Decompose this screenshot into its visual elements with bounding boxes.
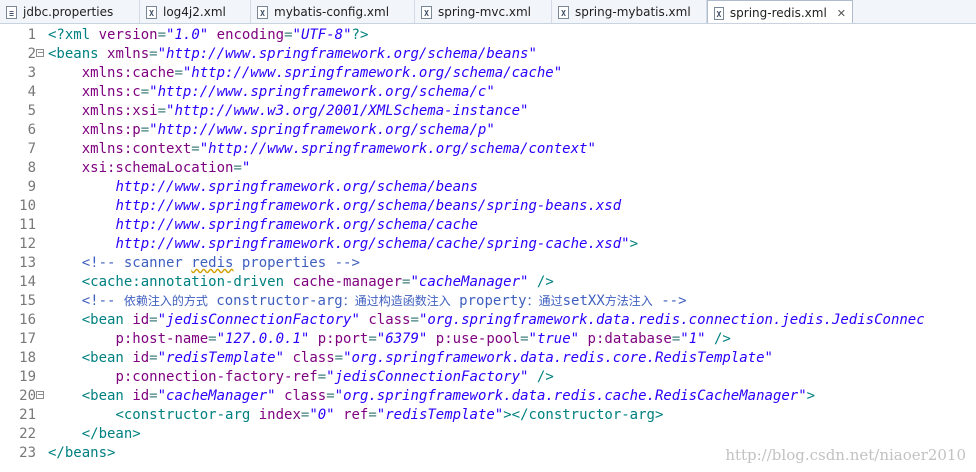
- tab-label: jdbc.properties: [23, 5, 114, 19]
- tab-label: spring-redis.xml: [729, 6, 827, 20]
- line-number: 15: [19, 293, 36, 309]
- tab-spring-mybatis-xml[interactable]: X spring-mybatis.xml: [552, 0, 707, 23]
- code-line[interactable]: 15 <!-- 依赖注入的方式 constructor-arg：通过构造函数注入…: [0, 292, 976, 311]
- tab-label: spring-mybatis.xml: [575, 5, 691, 19]
- code-line[interactable]: 17 p:host-name="127.0.0.1" p:port="6379"…: [0, 330, 976, 349]
- code-line[interactable]: 9 http://www.springframework.org/schema/…: [0, 178, 976, 197]
- code-line[interactable]: 4 xmlns:c="http://www.springframework.or…: [0, 83, 976, 102]
- code-text: xmlns:cache="http://www.springframework.…: [81, 65, 563, 81]
- code-text: xmlns:context="http://www.springframewor…: [81, 141, 596, 157]
- code-line[interactable]: 19 p:connection-factory-ref="jedisConnec…: [0, 368, 976, 387]
- code-text: <constructor-arg index="0" ref="redisTem…: [115, 407, 664, 423]
- line-number: 7: [27, 141, 36, 157]
- tab-label: mybatis-config.xml: [274, 5, 390, 19]
- code-line[interactable]: 10 http://www.springframework.org/schema…: [0, 197, 976, 216]
- code-text: </bean>: [81, 426, 141, 442]
- code-line[interactable]: 11 http://www.springframework.org/schema…: [0, 216, 976, 235]
- line-number: 1: [27, 27, 36, 43]
- line-number: 2: [27, 46, 36, 62]
- tab-label: log4j2.xml: [163, 5, 226, 19]
- line-number: 11: [19, 217, 36, 233]
- code-lines: 1 <?xml version="1.0" encoding="UTF-8"?> 2…: [0, 26, 976, 463]
- code-text: <bean id="redisTemplate" class="org.spri…: [81, 350, 773, 366]
- code-line[interactable]: 5 xmlns:xsi="http://www.w3.org/2001/XMLS…: [0, 102, 976, 121]
- code-text: <bean id="cacheManager" class="org.sprin…: [81, 388, 816, 404]
- line-number: 4: [27, 84, 36, 100]
- code-text: </beans>: [48, 445, 116, 461]
- code-line[interactable]: 6 xmlns:p="http://www.springframework.or…: [0, 121, 976, 140]
- watermark: http://blog.csdn.net/niaoer2010: [725, 446, 966, 464]
- fold-toggle-icon[interactable]: −: [36, 391, 44, 399]
- line-number: 21: [19, 407, 36, 423]
- code-text: xsi:schemaLocation=": [81, 160, 251, 176]
- xml-file-icon: X: [421, 5, 432, 19]
- xml-file-icon: X: [257, 5, 268, 19]
- code-line[interactable]: 13 <!-- scanner redis properties -->: [0, 254, 976, 273]
- close-icon[interactable]: ✕: [837, 7, 846, 20]
- code-text: xmlns:p="http://www.springframework.org/…: [81, 122, 495, 138]
- tab-spring-redis-xml[interactable]: X spring-redis.xml ✕: [707, 0, 853, 23]
- line-number: 16: [19, 312, 36, 328]
- code-line[interactable]: 1 <?xml version="1.0" encoding="UTF-8"?>: [0, 26, 976, 45]
- code-text: <?xml version="1.0" encoding="UTF-8"?>: [48, 27, 369, 43]
- code-text: <!-- 依赖注入的方式 constructor-arg：通过构造函数注入 pr…: [48, 293, 687, 309]
- code-line[interactable]: 3 xmlns:cache="http://www.springframewor…: [0, 64, 976, 83]
- code-text: p:connection-factory-ref="jedisConnectio…: [115, 369, 554, 385]
- line-number: 19: [19, 369, 36, 385]
- fold-toggle-icon[interactable]: −: [36, 49, 44, 57]
- xml-file-icon: X: [558, 5, 569, 19]
- line-number: 23: [19, 445, 36, 461]
- code-text: <bean id="jedisConnectionFactory" class=…: [81, 312, 925, 328]
- xml-editor[interactable]: 1 <?xml version="1.0" encoding="UTF-8"?> 2…: [0, 26, 976, 472]
- code-text: http://www.springframework.org/schema/be…: [115, 179, 478, 195]
- line-number: 20: [19, 388, 36, 404]
- code-text: <cache:annotation-driven cache-manager="…: [81, 274, 554, 290]
- tab-jdbc-properties[interactable]: ≡ jdbc.properties: [0, 0, 140, 23]
- properties-file-icon: ≡: [6, 5, 17, 19]
- xml-file-icon: X: [714, 6, 724, 20]
- code-text: http://www.springframework.org/schema/be…: [115, 198, 622, 214]
- code-text: http://www.springframework.org/schema/ca…: [115, 217, 478, 233]
- editor-tab-bar: ≡ jdbc.properties X log4j2.xml X mybatis…: [0, 0, 976, 24]
- line-number: 14: [19, 274, 36, 290]
- code-text: <!-- scanner redis properties -->: [48, 255, 360, 271]
- tab-mybatis-config-xml[interactable]: X mybatis-config.xml: [251, 0, 415, 23]
- line-number: 6: [27, 122, 36, 138]
- tab-log4j2-xml[interactable]: X log4j2.xml: [140, 0, 251, 23]
- code-line[interactable]: 12 http://www.springframework.org/schema…: [0, 235, 976, 254]
- code-line[interactable]: 16 <bean id="jedisConnectionFactory" cla…: [0, 311, 976, 330]
- code-text: xmlns:c="http://www.springframework.org/…: [81, 84, 495, 100]
- line-number: 13: [19, 255, 36, 271]
- line-number: 22: [19, 426, 36, 442]
- code-line[interactable]: 22 </bean>: [0, 425, 976, 444]
- code-line[interactable]: 14 <cache:annotation-driven cache-manage…: [0, 273, 976, 292]
- line-number: 3: [27, 65, 36, 81]
- line-number: 17: [19, 331, 36, 347]
- line-number: 18: [19, 350, 36, 366]
- code-text: http://www.springframework.org/schema/ca…: [115, 236, 639, 252]
- line-number: 10: [19, 198, 36, 214]
- xml-file-icon: X: [146, 5, 157, 19]
- line-number: 12: [19, 236, 36, 252]
- code-line[interactable]: 20− <bean id="cacheManager" class="org.s…: [0, 387, 976, 406]
- code-line[interactable]: 21 <constructor-arg index="0" ref="redis…: [0, 406, 976, 425]
- code-text: xmlns:xsi="http://www.w3.org/2001/XMLSch…: [81, 103, 529, 119]
- code-line[interactable]: 7 xmlns:context="http://www.springframew…: [0, 140, 976, 159]
- code-line[interactable]: 8 xsi:schemaLocation=": [0, 159, 976, 178]
- code-line[interactable]: 18 <bean id="redisTemplate" class="org.s…: [0, 349, 976, 368]
- code-text: <beans xmlns="http://www.springframework…: [48, 46, 537, 62]
- line-number: 8: [27, 160, 36, 176]
- tab-label: spring-mvc.xml: [438, 5, 532, 19]
- line-number: 9: [27, 179, 36, 195]
- code-text: p:host-name="127.0.0.1" p:port="6379" p:…: [115, 331, 731, 347]
- code-line[interactable]: 2− <beans xmlns="http://www.springframewo…: [0, 45, 976, 64]
- tab-spring-mvc-xml[interactable]: X spring-mvc.xml: [415, 0, 552, 23]
- line-number: 5: [27, 103, 36, 119]
